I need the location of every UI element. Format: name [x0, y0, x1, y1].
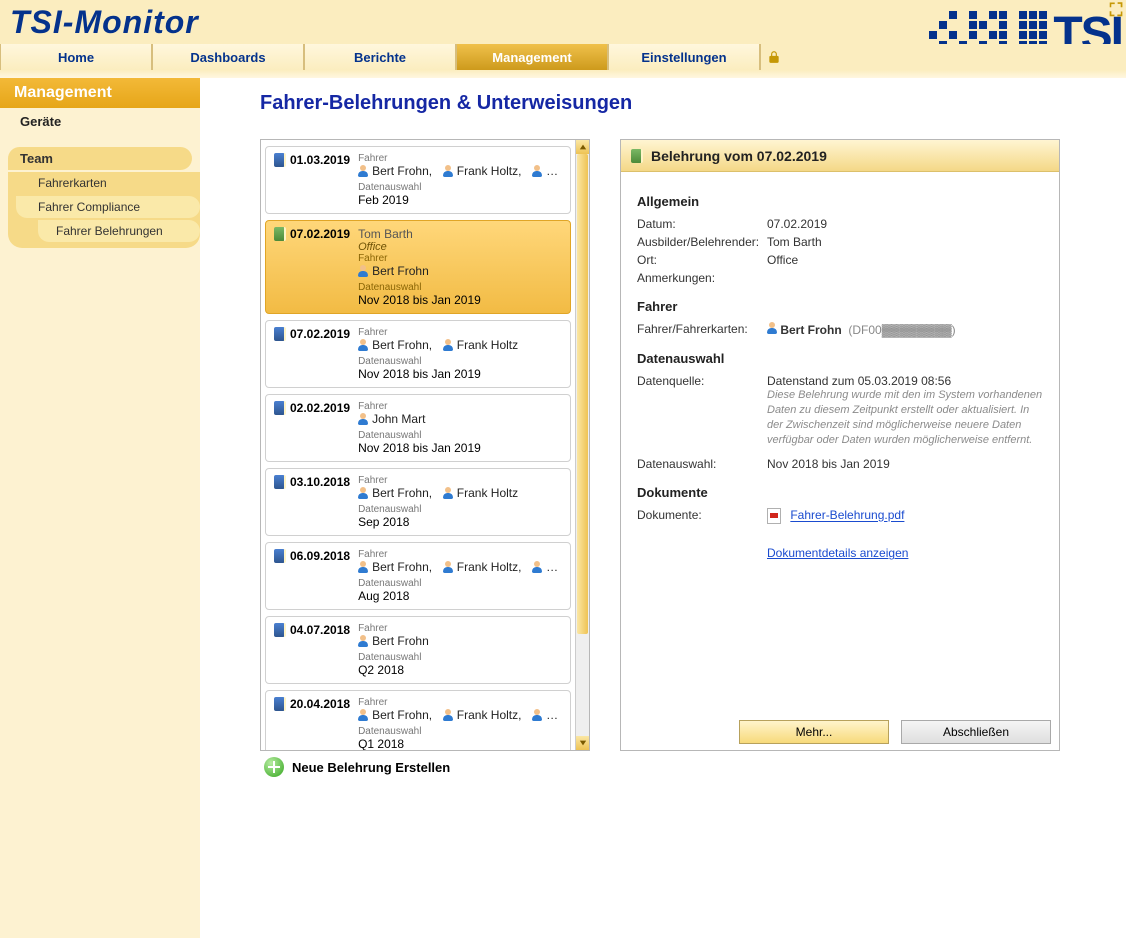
scroll-down-icon[interactable]: [576, 736, 589, 750]
document-link-row: Fahrer-Belehrung.pdf: [767, 508, 1043, 524]
nav-tab-berichte[interactable]: Berichte: [304, 44, 456, 70]
value-anmerkungen: [767, 271, 1043, 285]
list-item[interactable]: 02.02.2019Fahrer John MartDatenauswahlNo…: [265, 394, 571, 462]
scroll-up-icon[interactable]: [576, 140, 589, 154]
book-icon: [274, 475, 286, 489]
label-datenauswahl: Datenauswahl:: [637, 457, 767, 471]
value-ausbilder: Tom Barth: [767, 235, 1043, 249]
book-icon: [274, 327, 286, 341]
list-item[interactable]: 06.09.2018Fahrer Bert Frohn, Frank Holtz…: [265, 542, 571, 610]
person-icon: [358, 265, 368, 277]
person-icon: [358, 561, 368, 573]
nav-tab-einstellungen[interactable]: Einstellungen: [608, 44, 760, 70]
label-fahrerkarten: Fahrer/Fahrerkarten:: [637, 322, 767, 337]
book-icon: [274, 227, 286, 241]
value-ort: Office: [767, 253, 1043, 267]
person-icon: [358, 709, 368, 721]
person-icon: [443, 561, 453, 573]
new-instruction-button[interactable]: Neue Belehrung Erstellen: [260, 751, 590, 783]
person-icon: [767, 322, 777, 334]
new-instruction-label: Neue Belehrung Erstellen: [292, 760, 450, 775]
document-details-link[interactable]: Dokumentdetails anzeigen: [767, 546, 908, 560]
plus-icon: [264, 757, 284, 777]
list-item[interactable]: 03.10.2018Fahrer Bert Frohn, Frank Holtz…: [265, 468, 571, 536]
value-datenauswahl: Nov 2018 bis Jan 2019: [767, 457, 1043, 471]
person-icon: [443, 339, 453, 351]
label-dokumente: Dokumente:: [637, 508, 767, 560]
sidebar-item-team[interactable]: Team: [8, 147, 192, 170]
book-icon: [274, 623, 286, 637]
sidebar-item-fahrer-belehrungen[interactable]: Fahrer Belehrungen: [38, 220, 200, 242]
person-icon: [358, 413, 368, 425]
book-icon: [274, 401, 286, 415]
list-item[interactable]: 01.03.2019Fahrer Bert Frohn, Frank Holtz…: [265, 146, 571, 214]
page-title: Fahrer-Belehrungen & Unterweisungen: [260, 78, 1126, 139]
person-icon: [358, 635, 368, 647]
nav-tab-dashboards[interactable]: Dashboards: [152, 44, 304, 70]
section-allgemein: Allgemein: [637, 194, 1043, 209]
sidebar-item-geraete[interactable]: Geräte: [0, 108, 200, 135]
person-icon: [358, 487, 368, 499]
document-link[interactable]: Fahrer-Belehrung.pdf: [790, 509, 904, 523]
section-dokumente: Dokumente: [637, 485, 1043, 500]
lock-icon[interactable]: [760, 44, 786, 70]
nav-tab-home[interactable]: Home: [0, 44, 152, 70]
book-icon: [274, 153, 286, 167]
book-icon: [631, 149, 643, 163]
app-title: TSI-Monitor: [10, 4, 199, 41]
detail-title: Belehrung vom 07.02.2019: [651, 148, 827, 164]
person-icon: [358, 339, 368, 351]
book-icon: [274, 697, 286, 711]
label-datenquelle: Datenquelle:: [637, 374, 767, 447]
pdf-icon: [767, 508, 781, 524]
person-icon: [532, 165, 542, 177]
scrollbar[interactable]: [575, 140, 589, 750]
book-icon: [274, 549, 286, 563]
sidebar: Management Geräte Team FahrerkartenFahre…: [0, 78, 200, 938]
label-ausbilder: Ausbilder/Belehrender:: [637, 235, 767, 249]
value-datum: 07.02.2019: [767, 217, 1043, 231]
value-datenquelle: Datenstand zum 05.03.2019 08:56: [767, 374, 1043, 388]
list-item[interactable]: 07.02.2019Tom BarthOfficeFahrer Bert Fro…: [265, 220, 571, 314]
nav-tab-management[interactable]: Management: [456, 44, 608, 70]
value-fahrerkarten: Bert Frohn (DF00▓▓▓▓▓▓▓▓): [767, 322, 1043, 337]
sidebar-item-fahrerkarten[interactable]: Fahrerkarten: [16, 172, 200, 194]
label-anmerkungen: Anmerkungen:: [637, 271, 767, 285]
section-datenauswahl: Datenauswahl: [637, 351, 1043, 366]
person-icon: [443, 709, 453, 721]
datenquelle-note: Diese Belehrung wurde mit den im System …: [767, 388, 1043, 447]
sidebar-item-fahrer-compliance[interactable]: Fahrer Compliance: [16, 196, 200, 218]
person-icon: [358, 165, 368, 177]
mehr-button[interactable]: Mehr...: [739, 720, 889, 744]
label-ort: Ort:: [637, 253, 767, 267]
abschliessen-button[interactable]: Abschließen: [901, 720, 1051, 744]
detail-panel: Belehrung vom 07.02.2019 Allgemein Datum…: [620, 139, 1060, 751]
fullscreen-icon[interactable]: ⛶: [1106, 0, 1126, 20]
person-icon: [443, 487, 453, 499]
person-icon: [532, 561, 542, 573]
list-item[interactable]: 04.07.2018Fahrer Bert FrohnDatenauswahlQ…: [265, 616, 571, 684]
list-item[interactable]: 20.04.2018Fahrer Bert Frohn, Frank Holtz…: [265, 690, 571, 750]
label-datum: Datum:: [637, 217, 767, 231]
scroll-thumb[interactable]: [577, 154, 588, 634]
instruction-list: 01.03.2019Fahrer Bert Frohn, Frank Holtz…: [260, 139, 590, 751]
list-item[interactable]: 07.02.2019Fahrer Bert Frohn, Frank Holtz…: [265, 320, 571, 388]
sidebar-title: Management: [0, 78, 200, 108]
main-nav: HomeDashboardsBerichteManagementEinstell…: [0, 44, 1126, 70]
person-icon: [532, 709, 542, 721]
person-icon: [443, 165, 453, 177]
section-fahrer: Fahrer: [637, 299, 1043, 314]
